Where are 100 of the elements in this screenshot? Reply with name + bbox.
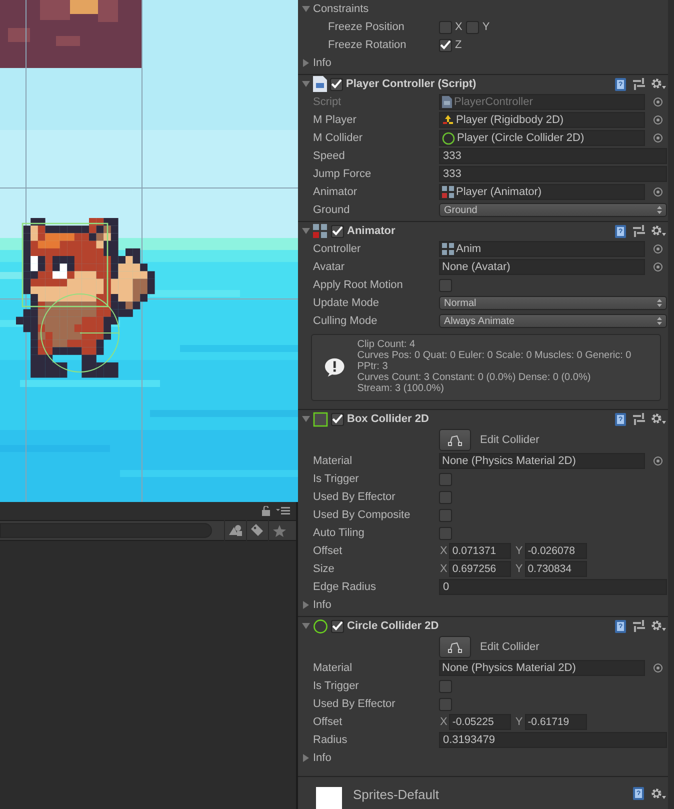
settings-icon[interactable] [651, 225, 666, 237]
checkbox[interactable] [439, 472, 452, 486]
checkbox[interactable] [439, 680, 452, 692]
sliders-icon[interactable] [633, 225, 645, 237]
foldout-arrow-icon[interactable] [302, 227, 310, 235]
object-field[interactable]: Anim [439, 241, 645, 257]
number-field[interactable]: 0.071371 [449, 543, 512, 559]
property-label: Material [313, 662, 354, 674]
edit-collider-button[interactable] [439, 429, 471, 451]
settings-icon[interactable] [651, 788, 666, 800]
property-label: Offset [313, 545, 344, 557]
sliders-icon[interactable] [633, 620, 645, 632]
checkbox[interactable] [331, 224, 344, 238]
checkbox[interactable] [439, 698, 452, 710]
property-label: Update Mode [313, 297, 380, 309]
foldout-label[interactable]: Info [313, 57, 332, 69]
checkbox[interactable] [439, 526, 452, 540]
axis-label: Y [482, 21, 490, 33]
property-label: Jump Force [313, 168, 372, 180]
menu-icon[interactable] [276, 507, 290, 515]
object-field[interactable]: Player (Animator) [439, 184, 645, 200]
number-field[interactable]: -0.05225 [449, 714, 512, 730]
lock-icon[interactable] [262, 506, 270, 516]
foldout-arrow-icon[interactable] [302, 754, 310, 762]
checkbox[interactable] [439, 278, 452, 292]
checkbox[interactable] [330, 78, 343, 90]
number-field[interactable]: 0.697256 [449, 561, 512, 577]
object-field[interactable]: Player (Circle Collider 2D) [439, 130, 645, 146]
object-picker-icon[interactable] [653, 456, 663, 466]
component-title: Box Collider 2D [347, 413, 430, 425]
number-field[interactable]: -0.61719 [524, 714, 587, 730]
object-picker-icon[interactable] [653, 187, 663, 197]
property-label: Freeze Rotation [328, 39, 408, 51]
help-book-icon[interactable] [633, 787, 645, 800]
axis-label: Y [515, 545, 523, 557]
number-field[interactable]: 333 [439, 148, 667, 164]
help-book-icon[interactable] [615, 412, 627, 426]
object-field[interactable]: None (Physics Material 2D) [439, 660, 645, 676]
number-field[interactable]: 0.3193479 [439, 732, 667, 748]
checkbox[interactable] [331, 412, 344, 426]
settings-icon[interactable] [651, 620, 666, 632]
foldout-label[interactable]: Info [313, 599, 332, 611]
sliders-icon[interactable] [633, 413, 645, 425]
property-label: Speed [313, 150, 346, 162]
dropdown[interactable]: Ground [439, 203, 667, 217]
number-field[interactable]: 333 [439, 166, 667, 182]
foldout-label[interactable]: Constraints [313, 3, 369, 15]
up-down-arrows-icon [657, 317, 662, 325]
foldout-arrow-icon[interactable] [302, 601, 310, 609]
grid-squares-icon [442, 243, 454, 255]
polygon-vertices-icon [448, 641, 462, 653]
checkbox[interactable] [439, 490, 452, 504]
property-label: Offset [313, 716, 344, 728]
square-outline-icon [313, 412, 328, 426]
number-field[interactable]: 0.730834 [524, 561, 587, 577]
foldout-arrow-icon[interactable] [302, 5, 310, 13]
checkbox[interactable] [331, 620, 344, 632]
character-sprite-drawing[interactable] [16, 218, 155, 378]
foldout-arrow-icon[interactable] [302, 59, 310, 67]
script-file-icon [313, 76, 327, 92]
checkbox[interactable] [439, 38, 452, 52]
tag-icon[interactable] [251, 524, 264, 537]
shapes-icon[interactable] [229, 525, 242, 536]
info-text: Clip Count: 4 [357, 339, 416, 350]
help-book-icon[interactable] [615, 78, 627, 90]
arrows-icon [442, 114, 454, 126]
foldout-arrow-icon[interactable] [302, 415, 310, 423]
property-label: M Collider [313, 132, 364, 144]
checkbox[interactable] [439, 508, 452, 522]
property-label: Size [313, 563, 336, 575]
edit-collider-button[interactable] [439, 636, 471, 658]
dropdown[interactable]: Normal [439, 296, 667, 310]
dropdown[interactable]: Always Animate [439, 314, 667, 328]
star-icon[interactable] [273, 524, 286, 536]
component-title: Animator [347, 225, 396, 237]
edit-collider-label: Edit Collider [480, 434, 540, 446]
number-field[interactable]: -0.026078 [524, 543, 587, 559]
checkbox[interactable] [439, 20, 452, 34]
foldout-arrow-icon[interactable] [302, 622, 310, 630]
foldout-arrow-icon[interactable] [302, 80, 310, 88]
box-collider-outline[interactable] [22, 222, 108, 308]
settings-icon[interactable] [651, 78, 666, 90]
number-field[interactable]: 0 [439, 579, 667, 595]
foldout-label[interactable]: Info [313, 752, 332, 764]
object-picker-icon[interactable] [653, 663, 663, 673]
property-label: Used By Effector [313, 491, 396, 503]
axis-label: X [440, 545, 448, 557]
object-field[interactable]: None (Avatar) [439, 259, 645, 275]
circle-outline-icon [313, 618, 328, 634]
settings-icon[interactable] [651, 413, 666, 425]
object-field[interactable]: None (Physics Material 2D) [439, 453, 645, 469]
axis-label: X [440, 716, 448, 728]
help-book-icon[interactable] [615, 224, 627, 238]
object-field[interactable]: Player (Rigidbody 2D) [439, 112, 645, 128]
property-label: Used By Composite [313, 509, 412, 521]
sliders-icon[interactable] [633, 78, 645, 90]
checkbox[interactable] [466, 20, 480, 34]
help-book-icon[interactable] [615, 620, 627, 632]
property-label: Auto Tiling [313, 527, 366, 539]
circle-collider-outline[interactable] [40, 294, 120, 372]
